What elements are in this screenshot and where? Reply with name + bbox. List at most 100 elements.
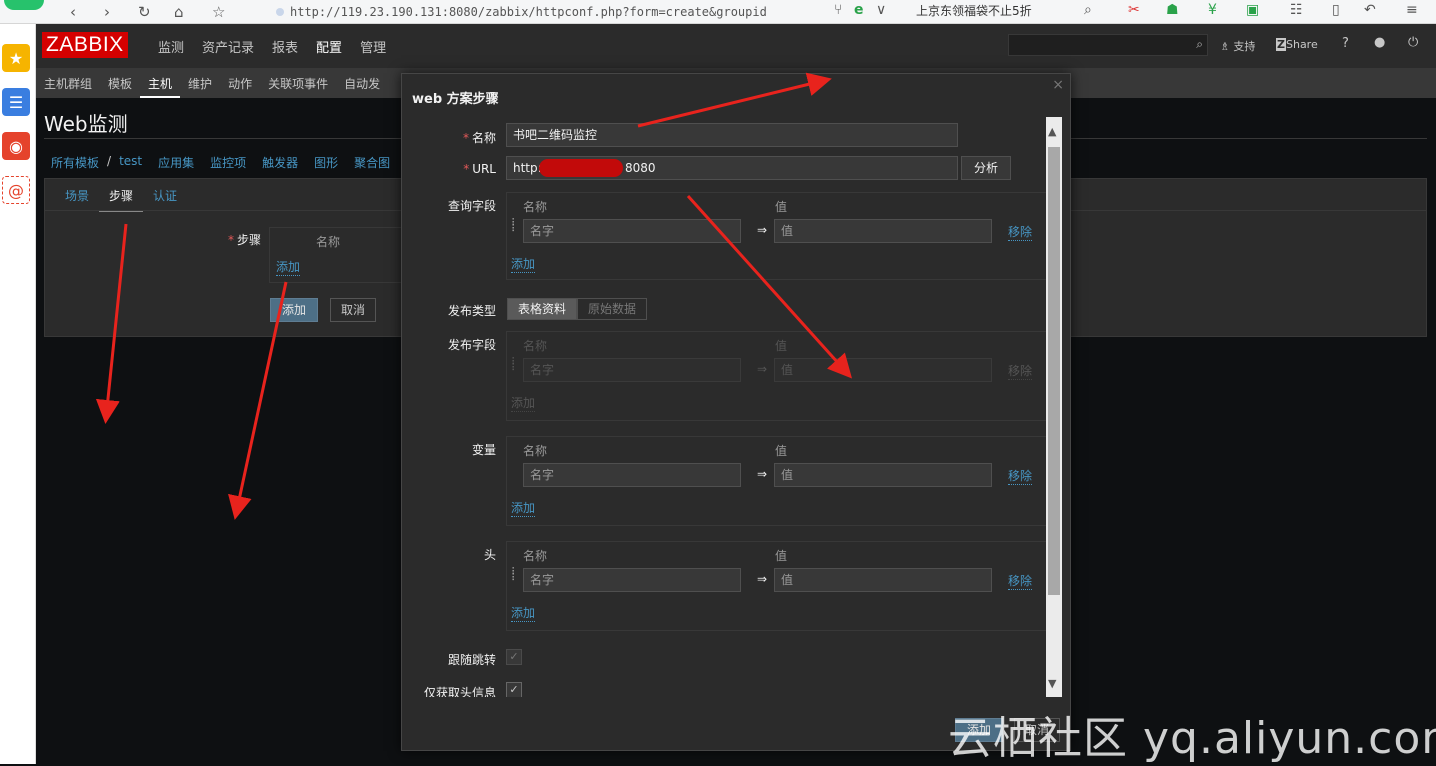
reader-icon[interactable]: ☰ <box>2 88 30 116</box>
cancel-button[interactable]: 取消 <box>330 298 376 322</box>
variable-value-input[interactable]: 值 <box>774 463 992 487</box>
query-remove-link[interactable]: 移除 <box>1008 223 1033 241</box>
app-icon[interactable]: ▣ <box>1246 2 1259 18</box>
phone-icon[interactable]: ▯ <box>1332 2 1340 18</box>
back-icon[interactable]: ‹ <box>70 3 76 21</box>
redaction-mark <box>539 159 623 177</box>
variable-add-link[interactable]: 添加 <box>511 499 536 517</box>
post-name-input: 名字 <box>523 358 741 382</box>
breadcrumb-all-templates[interactable]: 所有模板 <box>51 154 99 171</box>
follow-redirects-label: 跟随跳转 <box>447 653 496 667</box>
header-value-input[interactable]: 值 <box>774 568 992 592</box>
subnav-templates[interactable]: 模板 <box>100 68 140 98</box>
breadcrumb-items[interactable]: 监控项 <box>210 154 246 171</box>
yuan-icon[interactable]: ¥ <box>1208 2 1217 18</box>
logout-icon[interactable]: ⏻ <box>1408 35 1418 50</box>
subnav-host-groups[interactable]: 主机群组 <box>36 68 100 98</box>
support-link[interactable]: ♗ 支持 <box>1220 38 1255 54</box>
site-info-icon <box>276 8 284 16</box>
mail-icon[interactable]: @ <box>2 176 30 204</box>
grid-icon[interactable]: ☷ <box>1290 2 1303 18</box>
menu-icon[interactable]: ≡ <box>1406 2 1418 18</box>
subnav-hosts[interactable]: 主机 <box>140 68 181 98</box>
query-value-input[interactable]: 值 <box>774 219 992 243</box>
favorites-icon[interactable]: ★ <box>2 44 30 72</box>
dialog-scrollbar[interactable]: ▲ ▼ <box>1046 117 1062 697</box>
variables-table: 名称 值 名字 ⇒ 值 移除 添加 <box>506 436 1046 526</box>
refresh-icon[interactable]: ↻ <box>138 3 151 21</box>
breadcrumb-template[interactable]: test <box>119 154 142 171</box>
share-link[interactable]: ZShare <box>1276 38 1318 51</box>
tab-steps[interactable]: 步骤 <box>99 187 144 212</box>
add-button[interactable]: 添加 <box>270 298 318 322</box>
breadcrumb-screens[interactable]: 聚合图 <box>354 154 390 171</box>
drag-handle-icon[interactable]: ⠇ ⠇ <box>511 219 518 235</box>
header-remove-link[interactable]: 移除 <box>1008 572 1033 590</box>
post-remove-link: 移除 <box>1008 364 1033 380</box>
breadcrumb-triggers[interactable]: 触发器 <box>262 154 298 171</box>
menu-inventory[interactable]: 资产记录 <box>202 37 254 56</box>
headers-only-checkbox[interactable]: ✓ <box>506 682 522 697</box>
global-search-input[interactable]: ⌕ <box>1008 34 1208 56</box>
close-icon[interactable]: × <box>1052 77 1064 93</box>
post-type-raw-data[interactable]: 原始数据 <box>577 298 648 320</box>
variable-name-input[interactable]: 名字 <box>523 463 741 487</box>
arrow-icon: ⇒ <box>757 467 768 481</box>
scissors-icon[interactable]: ✂ <box>1128 2 1140 18</box>
parse-button[interactable]: 分析 <box>961 156 1011 180</box>
search-icon[interactable]: ⌕ <box>1084 2 1092 18</box>
subnav-actions[interactable]: 动作 <box>220 68 260 98</box>
required-marker: * <box>462 131 469 145</box>
zabbix-top-nav: ZABBIX 监测 资产记录 报表 配置 管理 ⌕ ♗ 支持 ZShare ? … <box>36 24 1436 68</box>
scroll-down-icon[interactable]: ▼ <box>1048 677 1056 690</box>
query-add-link[interactable]: 添加 <box>511 255 536 273</box>
tab-authentication[interactable]: 认证 <box>143 187 187 212</box>
star-icon[interactable]: ☆ <box>212 3 225 21</box>
step-name-input[interactable]: 书吧二维码监控 <box>506 123 958 147</box>
url-input[interactable]: http:// 8080 <box>506 156 958 180</box>
breadcrumb-applications[interactable]: 应用集 <box>158 154 194 171</box>
address-bar[interactable]: http://119.23.190.131:8080/zabbix/httpco… <box>266 2 836 22</box>
subnav-maintenance[interactable]: 维护 <box>180 68 220 98</box>
news-ticker[interactable]: 上京东领福袋不止5折 <box>916 2 1032 19</box>
tab-scenario[interactable]: 场景 <box>55 187 99 212</box>
share-icon[interactable]: ⑂ <box>834 2 842 18</box>
ie-engine-icon[interactable]: e <box>854 2 864 18</box>
post-value-input: 值 <box>774 358 992 382</box>
headers-label: 头 <box>483 548 496 562</box>
scroll-thumb[interactable] <box>1048 147 1060 595</box>
browser-logo-icon <box>4 0 44 10</box>
col-name: 名称 <box>523 549 548 563</box>
home-icon[interactable]: ⌂ <box>174 3 184 21</box>
follow-redirects-checkbox[interactable]: ✓ <box>506 649 522 665</box>
variable-remove-link[interactable]: 移除 <box>1008 467 1033 485</box>
dropdown-icon[interactable]: ∨ <box>876 2 886 18</box>
web-step-dialog: web 方案步骤 × * 名称 书吧二维码监控 * URL http:// 8080… <box>401 73 1071 751</box>
breadcrumb-separator: / <box>107 154 112 168</box>
search-icon[interactable]: ⌕ <box>1196 37 1203 52</box>
query-fields-table: 名称 值 ⠇ ⠇ 名字 ⇒ 值 移除 添加 <box>506 192 1046 280</box>
help-link[interactable]: ? <box>1342 36 1349 51</box>
header-name-input[interactable]: 名字 <box>523 568 741 592</box>
menu-reports[interactable]: 报表 <box>272 37 298 56</box>
forward-icon[interactable]: › <box>104 3 110 21</box>
menu-configuration[interactable]: 配置 <box>316 37 342 56</box>
menu-administration[interactable]: 管理 <box>360 37 386 56</box>
subnav-discovery[interactable]: 自动发 <box>336 68 388 98</box>
zabbix-logo[interactable]: ZABBIX <box>42 32 128 58</box>
menu-monitoring[interactable]: 监测 <box>158 37 184 56</box>
drag-handle-icon[interactable]: ⠇ ⠇ <box>511 568 518 584</box>
header-add-link[interactable]: 添加 <box>511 604 536 622</box>
subnav-correlation[interactable]: 关联项事件 <box>260 68 336 98</box>
profile-icon[interactable]: ● <box>1374 35 1385 50</box>
steps-add-link[interactable]: 添加 <box>276 258 301 276</box>
weibo-icon[interactable]: ◉ <box>2 132 30 160</box>
scroll-up-icon[interactable]: ▲ <box>1048 125 1056 138</box>
undo-icon[interactable]: ↶ <box>1364 2 1376 18</box>
variables-label: 变量 <box>471 443 496 457</box>
post-type-form-data[interactable]: 表格资料 <box>507 298 578 320</box>
post-fields-label: 发布字段 <box>447 338 496 352</box>
breadcrumb-graphs[interactable]: 图形 <box>314 154 338 171</box>
game-icon[interactable]: ☗ <box>1166 2 1179 18</box>
query-name-input[interactable]: 名字 <box>523 219 741 243</box>
